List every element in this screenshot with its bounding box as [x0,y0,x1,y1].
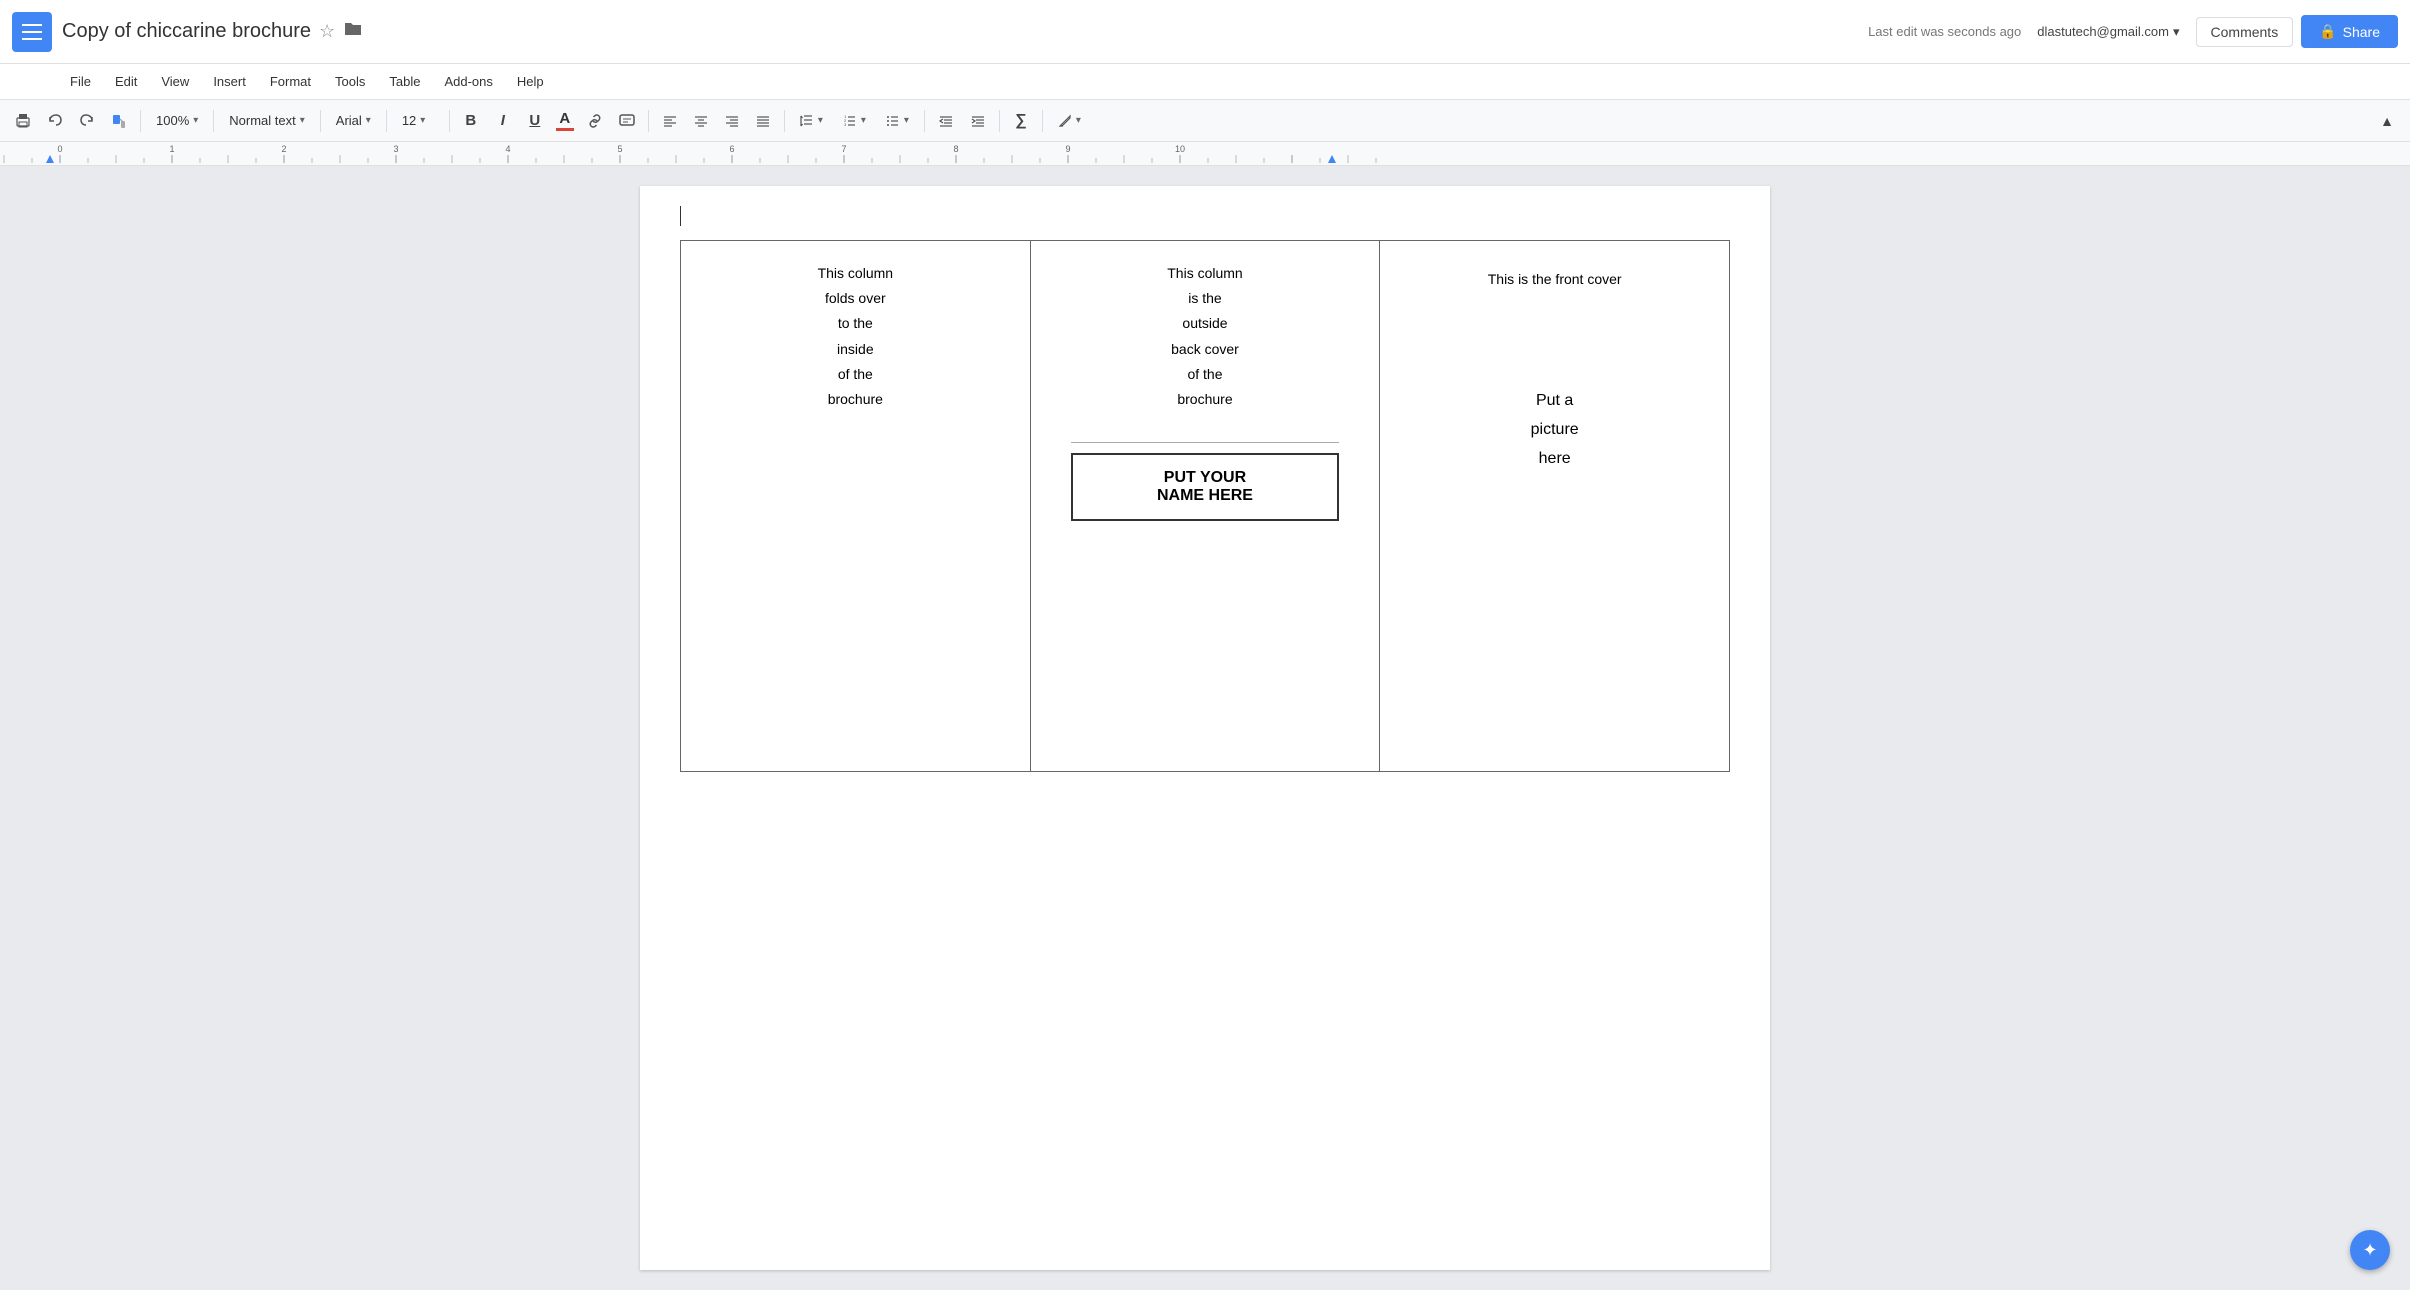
bullet-list-dropdown[interactable]: ▾ [877,106,918,136]
top-bar: Copy of chiccarine brochure ☆ Last edit … [0,0,2410,64]
menu-table[interactable]: Table [379,70,430,93]
indent-decrease-button[interactable] [931,106,961,136]
menu-help[interactable]: Help [507,70,554,93]
align-justify-button[interactable] [748,106,778,136]
toolbar-separator-5 [449,110,450,132]
table-cell-col3: This is the front cover Put apicturehere [1380,241,1730,772]
ruler-canvas [0,142,2410,163]
align-left-button[interactable] [655,106,685,136]
numbered-list-dropdown[interactable]: 123 ▾ [834,106,875,136]
menu-file[interactable]: File [60,70,101,93]
menu-addons[interactable]: Add-ons [434,70,502,93]
col3-front-cover-text: This is the front cover [1400,261,1709,327]
line-spacing-dropdown[interactable]: ▾ [791,106,832,136]
menu-insert[interactable]: Insert [203,70,256,93]
table-cell-col2: This columnis theoutsideback coverof the… [1030,241,1380,772]
paint-format-button[interactable] [104,106,134,136]
menu-view[interactable]: View [151,70,199,93]
align-group [655,106,778,136]
user-email[interactable]: dlastutech@gmail.com ▾ [2037,24,2179,40]
font-size-dropdown[interactable]: 12 ▾ [393,106,443,136]
toolbar-separator-3 [320,110,321,132]
toolbar-separator-8 [924,110,925,132]
svg-text:3: 3 [844,122,847,127]
app-menu-button[interactable] [12,12,52,52]
brochure-table: This columnfolds overto theinsideof theb… [680,240,1730,772]
menu-bar: File Edit View Insert Format Tools Table… [0,64,2410,100]
menu-tools[interactable]: Tools [325,70,375,93]
col2-divider [1071,442,1340,443]
toolbar-separator-7 [784,110,785,132]
toolbar-separator-9 [999,110,1000,132]
lock-icon: 🔒 [2319,23,2336,40]
redo-button[interactable] [72,106,102,136]
smart-compose-button[interactable]: ✦ [2350,1230,2390,1270]
name-box: PUT YOURNAME HERE [1071,453,1340,521]
link-button[interactable] [580,106,610,136]
collapse-toolbar-button[interactable]: ▲ [2372,106,2402,136]
col2-bottom [1051,531,1360,751]
menu-edit[interactable]: Edit [105,70,147,93]
font-dropdown[interactable]: Arial ▾ [327,106,380,136]
share-button[interactable]: 🔒 Share [2301,15,2398,48]
text-style-dropdown[interactable]: Normal text ▾ [220,106,314,136]
toolbar-separator-6 [648,110,649,132]
toolbar-separator-10 [1042,110,1043,132]
toolbar-separator-4 [386,110,387,132]
toolbar: 100% ▾ Normal text ▾ Arial ▾ 12 ▾ B I U … [0,100,2410,142]
zoom-dropdown[interactable]: 100% ▾ [147,106,207,136]
text-cursor [680,206,681,226]
ruler [0,142,2410,166]
comment-button[interactable] [612,106,642,136]
italic-button[interactable]: I [488,106,518,136]
print-button[interactable] [8,106,38,136]
table-cell-col1: This columnfolds overto theinsideof theb… [681,241,1031,772]
formula-button[interactable]: ∑ [1006,106,1036,136]
text-color-button[interactable]: A [552,106,578,136]
edit-status: Last edit was seconds ago [1868,24,2021,39]
document-title: Copy of chiccarine brochure [62,20,311,43]
col3-picture-text: Put apicturehere [1400,327,1709,473]
comments-button[interactable]: Comments [2196,17,2294,47]
col2-top-text: This columnis theoutsideback coverof the… [1051,261,1360,432]
indent-increase-button[interactable] [963,106,993,136]
toolbar-separator-2 [213,110,214,132]
smart-compose-icon: ✦ [2362,1240,2377,1261]
bold-button[interactable]: B [456,106,486,136]
folder-icon[interactable] [343,21,363,42]
pen-dropdown[interactable]: ▾ [1049,106,1090,136]
star-icon[interactable]: ☆ [319,21,335,42]
underline-button[interactable]: U [520,106,550,136]
align-center-button[interactable] [686,106,716,136]
undo-button[interactable] [40,106,70,136]
document-page: This columnfolds overto theinsideof theb… [640,186,1770,1270]
menu-format[interactable]: Format [260,70,321,93]
align-right-button[interactable] [717,106,747,136]
col1-text: This columnfolds overto theinsideof theb… [701,261,1010,412]
document-area[interactable]: This columnfolds overto theinsideof theb… [0,166,2410,1290]
toolbar-separator-1 [140,110,141,132]
